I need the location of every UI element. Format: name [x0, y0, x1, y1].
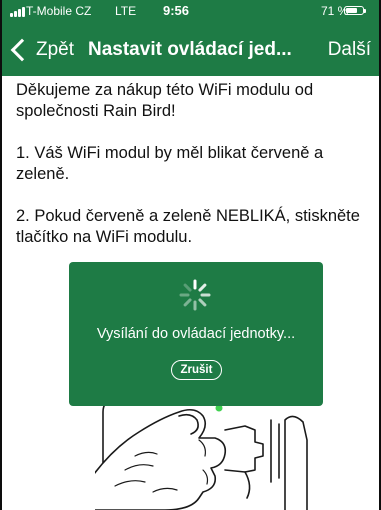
- sending-dialog: Vysílání do ovládací jednotky... Zrušit: [69, 262, 323, 406]
- chevron-left-icon: [10, 38, 34, 62]
- clock: 9:56: [163, 3, 190, 18]
- page-title: Nastavit ovládací jed...: [88, 39, 292, 60]
- cancel-button[interactable]: Zrušit: [171, 360, 222, 380]
- signal-icon: [10, 7, 25, 17]
- network-type: LTE: [115, 4, 137, 18]
- next-button[interactable]: Další: [328, 28, 371, 72]
- status-bar: T-Mobile CZ LTE 9:56 71 %: [0, 0, 381, 22]
- instructions: Děkujeme za nákup této WiFi modulu od sp…: [16, 80, 366, 269]
- instruction-step-1: 1. Váš WiFi modul by měl blikat červeně …: [16, 144, 324, 183]
- module-connector: [224, 425, 264, 473]
- sending-message: Vysílání do ovládací jednotky...: [96, 326, 296, 342]
- loading-spinner-icon: [179, 279, 211, 311]
- screen: T-Mobile CZ LTE 9:56 71 % Zpět Nastavit …: [0, 0, 381, 510]
- thank-you-text: Děkujeme za nákup této WiFi modulu od sp…: [16, 81, 314, 120]
- battery-icon: [344, 6, 366, 15]
- instruction-step-2: 2. Pokud červeně a zeleně NEBLIKÁ, stisk…: [16, 207, 360, 246]
- header: T-Mobile CZ LTE 9:56 71 % Zpět Nastavit …: [0, 0, 381, 76]
- navigation-bar: Zpět Nastavit ovládací jed... Další: [0, 28, 381, 72]
- carrier-label: T-Mobile CZ: [26, 4, 92, 18]
- module-ribs: [270, 419, 280, 483]
- module-cable: [244, 471, 251, 499]
- back-label: Zpět: [36, 39, 75, 60]
- finger-outline: [95, 408, 227, 510]
- back-button[interactable]: Zpět: [6, 28, 74, 72]
- module-right-edge: [284, 415, 308, 510]
